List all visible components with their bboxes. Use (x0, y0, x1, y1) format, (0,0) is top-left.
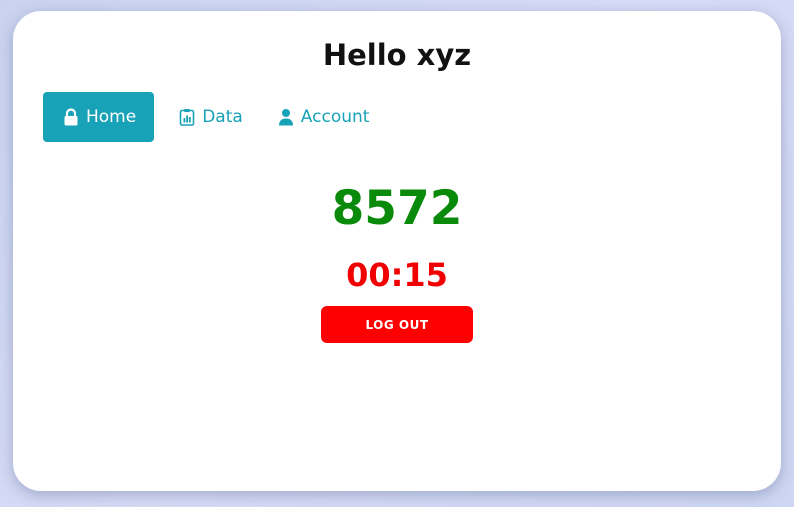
clipboard-chart-icon (178, 108, 196, 126)
tab-data[interactable]: Data (154, 92, 259, 142)
lock-icon (62, 108, 80, 126)
tab-home[interactable]: Home (43, 92, 155, 142)
tab-account[interactable]: Account (259, 92, 386, 142)
nav-tabs: Home Data Account (43, 92, 385, 142)
timer-value: 00:15 (346, 256, 448, 294)
tab-account-label: Account (300, 107, 370, 127)
page-title: Hello xyz (322, 38, 472, 72)
main-card: Hello xyz Home Data Account 8572 00:15 L… (13, 11, 781, 491)
user-icon (277, 108, 295, 126)
tab-data-label: Data (202, 107, 243, 127)
logout-button[interactable]: LOG OUT (321, 306, 473, 343)
tab-home-label: Home (86, 107, 137, 127)
counter-value: 8572 (331, 181, 463, 236)
